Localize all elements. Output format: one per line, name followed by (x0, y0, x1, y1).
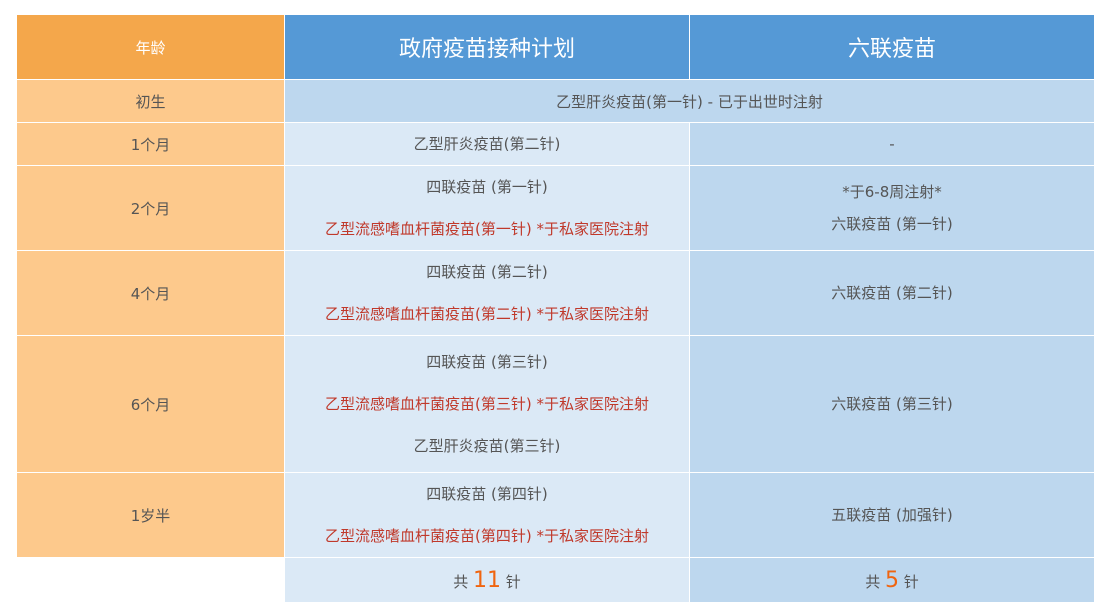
age-cell: 1岁半 (16, 472, 285, 558)
total-prefix: 共 (453, 572, 469, 591)
totals-blank-cell (16, 557, 285, 603)
merged-plan-cell: 乙型肝炎疫苗(第一针) - 已于出世时注射 (284, 79, 1095, 123)
hexavalent-column-header: 六联疫苗 (689, 14, 1095, 80)
hexavalent-cell: *于6-8周注射* 六联疫苗 (第一针) (689, 165, 1095, 251)
vaccine-entry: 乙型肝炎疫苗(第三针) (413, 437, 561, 455)
vaccine-entry: 四联疫苗 (第三针) (426, 353, 548, 371)
vaccine-entry: 四联疫苗 (第一针) (426, 178, 548, 196)
age-cell: 6个月 (16, 335, 285, 473)
vaccine-entry-private: 乙型流感嗜血杆菌疫苗(第三针) *于私家医院注射 (325, 395, 649, 413)
age-cell: 初生 (16, 79, 285, 123)
hexavalent-cell: 五联疫苗 (加强针) (689, 472, 1095, 558)
table-row: 4个月 四联疫苗 (第二针) 乙型流感嗜血杆菌疫苗(第二针) *于私家医院注射 … (16, 250, 1095, 336)
vaccine-entry: - (889, 135, 895, 153)
gov-plan-cell: 乙型肝炎疫苗(第二针) (284, 122, 690, 166)
gov-total-cell: 共 11 针 (284, 557, 690, 603)
vaccine-entry: 六联疫苗 (第一针) (831, 215, 953, 233)
table-header-row: 年龄 政府疫苗接种计划 六联疫苗 (16, 14, 1095, 80)
vaccine-entry: 六联疫苗 (第三针) (831, 395, 953, 413)
hexavalent-cell: - (689, 122, 1095, 166)
table-row: 初生 乙型肝炎疫苗(第一针) - 已于出世时注射 (16, 79, 1095, 123)
vaccine-note: *于6-8周注射* (842, 183, 942, 201)
total-suffix: 针 (903, 572, 919, 591)
gov-plan-column-header: 政府疫苗接种计划 (284, 14, 690, 80)
age-cell: 1个月 (16, 122, 285, 166)
total-suffix: 针 (505, 572, 521, 591)
hexavalent-total-count: 5 (885, 567, 899, 593)
age-cell: 4个月 (16, 250, 285, 336)
table-row: 1岁半 四联疫苗 (第四针) 乙型流感嗜血杆菌疫苗(第四针) *于私家医院注射 … (16, 472, 1095, 558)
vaccine-entry-private: 乙型流感嗜血杆菌疫苗(第四针) *于私家医院注射 (325, 527, 649, 545)
table-row: 6个月 四联疫苗 (第三针) 乙型流感嗜血杆菌疫苗(第三针) *于私家医院注射 … (16, 335, 1095, 473)
vaccine-entry: 六联疫苗 (第二针) (831, 284, 953, 302)
vaccine-comparison: 年龄 政府疫苗接种计划 六联疫苗 初生 乙型肝炎疫苗(第一针) - 已于出世时注… (16, 14, 1095, 603)
gov-total-count: 11 (473, 567, 501, 593)
gov-plan-cell: 四联疫苗 (第四针) 乙型流感嗜血杆菌疫苗(第四针) *于私家医院注射 (284, 472, 690, 558)
vaccine-entry: 四联疫苗 (第二针) (426, 263, 548, 281)
vaccine-entry: 乙型肝炎疫苗(第二针) (413, 135, 561, 153)
gov-plan-cell: 四联疫苗 (第二针) 乙型流感嗜血杆菌疫苗(第二针) *于私家医院注射 (284, 250, 690, 336)
age-column-header: 年龄 (16, 14, 285, 80)
total-prefix: 共 (865, 572, 881, 591)
hexavalent-cell: 六联疫苗 (第三针) (689, 335, 1095, 473)
age-cell: 2个月 (16, 165, 285, 251)
vaccine-entry-private: 乙型流感嗜血杆菌疫苗(第二针) *于私家医院注射 (325, 305, 649, 323)
gov-plan-cell: 四联疫苗 (第三针) 乙型流感嗜血杆菌疫苗(第三针) *于私家医院注射 乙型肝炎… (284, 335, 690, 473)
vaccine-entry-private: 乙型流感嗜血杆菌疫苗(第一针) *于私家医院注射 (325, 220, 649, 238)
hexavalent-cell: 六联疫苗 (第二针) (689, 250, 1095, 336)
table-row: 1个月 乙型肝炎疫苗(第二针) - (16, 122, 1095, 166)
hexavalent-total-cell: 共 5 针 (689, 557, 1095, 603)
gov-plan-cell: 四联疫苗 (第一针) 乙型流感嗜血杆菌疫苗(第一针) *于私家医院注射 (284, 165, 690, 251)
vaccine-entry: 五联疫苗 (加强针) (831, 506, 953, 524)
totals-row: 共 11 针 共 5 针 (16, 557, 1095, 603)
table-row: 2个月 四联疫苗 (第一针) 乙型流感嗜血杆菌疫苗(第一针) *于私家医院注射 … (16, 165, 1095, 251)
vaccine-entry: 四联疫苗 (第四针) (426, 485, 548, 503)
vaccine-schedule-table: 年龄 政府疫苗接种计划 六联疫苗 初生 乙型肝炎疫苗(第一针) - 已于出世时注… (16, 14, 1095, 603)
